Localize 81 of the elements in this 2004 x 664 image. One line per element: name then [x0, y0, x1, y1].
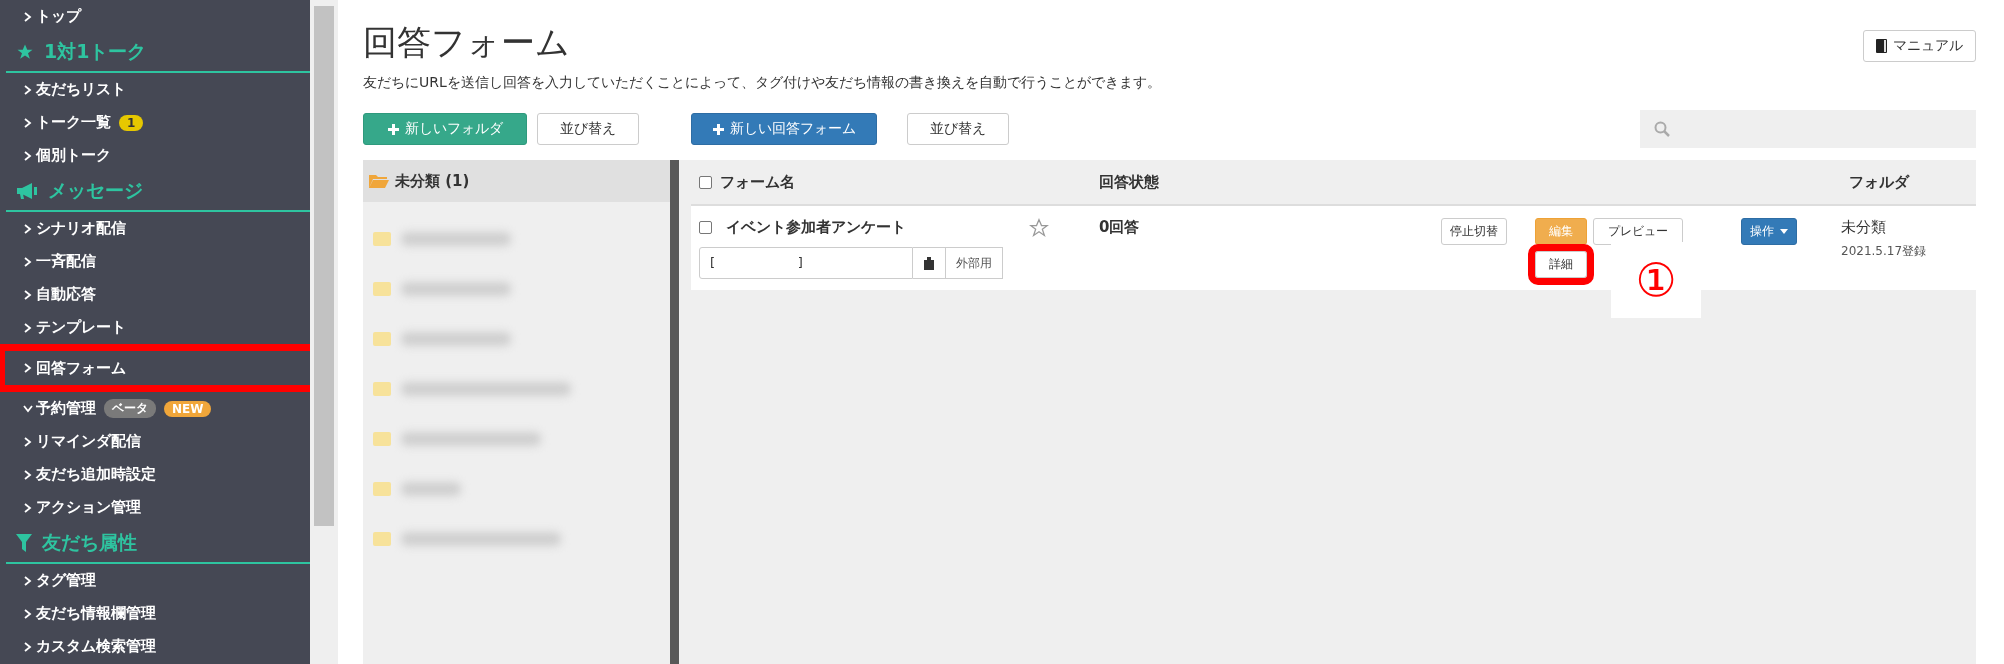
megaphone-icon: [16, 183, 38, 199]
caret-icon: [1780, 229, 1788, 234]
sidebar-link[interactable]: カスタム検索管理: [36, 637, 156, 656]
chevron-icon: [24, 117, 32, 128]
sidebar-link[interactable]: 個別トーク: [36, 146, 111, 165]
search-icon: [1654, 121, 1670, 137]
badge: ベータ: [104, 399, 156, 418]
sidebar-link[interactable]: 友だちリスト: [36, 80, 126, 99]
sidebar-link[interactable]: 回答フォーム: [36, 358, 126, 378]
badge: 1: [119, 114, 144, 131]
sidebar-link[interactable]: トップ: [36, 7, 81, 26]
sidebar-link[interactable]: アクション管理: [36, 498, 141, 517]
chevron-icon: [23, 404, 33, 413]
section-heading: 友だち属性: [42, 530, 137, 555]
response-count: 0回答: [1099, 218, 1140, 237]
chevron-icon: [24, 608, 32, 619]
star-icon: [16, 43, 34, 61]
folder-icon: [373, 332, 391, 346]
url-field[interactable]: [ ]: [699, 247, 913, 279]
chevron-icon: [24, 150, 32, 161]
registered-date: 2021.5.17登録: [1841, 243, 1928, 260]
chevron-icon: [24, 289, 32, 300]
folder-icon: [373, 282, 391, 296]
sidebar-link[interactable]: タグ管理: [36, 571, 96, 590]
folder-icon: [373, 532, 391, 546]
section-heading: 1対1トーク: [44, 39, 147, 64]
chevron-icon: [24, 322, 32, 333]
chevron-icon: [24, 363, 32, 373]
chevron-icon: [24, 575, 32, 586]
step-marker: ①: [1611, 242, 1701, 318]
column-header: フォルダ: [1849, 172, 1909, 192]
chevron-icon: [24, 641, 32, 652]
chevron-icon: [24, 84, 32, 95]
actions-dropdown[interactable]: 操作: [1741, 218, 1797, 245]
folder-icon: [373, 482, 391, 496]
sidebar-link[interactable]: 自動応答: [36, 285, 96, 304]
folder-icon: [373, 382, 391, 396]
toggle-stop-button[interactable]: 停止切替: [1441, 218, 1507, 245]
sidebar-link[interactable]: 予約管理: [36, 399, 96, 418]
column-header: フォーム名: [720, 172, 795, 192]
chevron-icon: [24, 256, 32, 267]
sidebar-link[interactable]: 友だち情報欄管理: [36, 604, 156, 623]
clipboard-icon: [923, 256, 935, 270]
search-field[interactable]: [1640, 110, 1976, 148]
sort-button[interactable]: 並び替え: [537, 113, 639, 145]
book-icon: [1876, 39, 1887, 53]
chevron-icon: [24, 11, 32, 22]
plus-icon: [712, 123, 724, 135]
star-icon[interactable]: [1029, 218, 1049, 238]
sidebar-link[interactable]: テンプレート: [36, 318, 126, 337]
chevron-icon: [24, 436, 32, 447]
blurred-text: [401, 482, 461, 496]
funnel-icon: [16, 534, 32, 552]
sidebar-link[interactable]: リマインダ配信: [36, 432, 141, 451]
badge: NEW: [164, 400, 212, 417]
chevron-icon: [24, 223, 32, 234]
sidebar-link[interactable]: 友だち追加時設定: [36, 465, 156, 484]
plus-icon: [387, 123, 399, 135]
column-header: 回答状態: [1099, 172, 1159, 192]
folder-icon: [373, 432, 391, 446]
sort-button[interactable]: 並び替え: [907, 113, 1009, 145]
folder-name: 未分類: [1841, 218, 1887, 237]
chevron-icon: [24, 502, 32, 513]
sidebar-link[interactable]: シナリオ配信: [36, 219, 126, 238]
folder-icon: [369, 174, 389, 188]
page-title: 回答フォーム: [363, 21, 570, 64]
new-form-button[interactable]: 新しい回答フォーム: [691, 113, 877, 145]
checkbox[interactable]: [699, 221, 712, 234]
chevron-icon: [24, 469, 32, 480]
sidebar-link[interactable]: トーク一覧: [36, 113, 111, 132]
manual-button[interactable]: マニュアル: [1863, 30, 1976, 62]
external-button[interactable]: 外部用: [946, 247, 1003, 279]
form-name[interactable]: イベント参加者アンケート: [726, 218, 906, 237]
copy-button[interactable]: [913, 247, 946, 279]
folder-icon: [373, 232, 391, 246]
sidebar-link[interactable]: 一斉配信: [36, 252, 96, 271]
scrollbar-thumb[interactable]: [314, 6, 334, 526]
page-description: 友だちにURLを送信し回答を入力していただくことによって、タグ付けや友だち情報の書き換えを自動で行うことができます。: [363, 74, 1162, 92]
section-heading: メッセージ: [48, 178, 143, 203]
folder-name[interactable]: 未分類 (1): [395, 171, 470, 191]
checkbox[interactable]: [699, 175, 712, 189]
